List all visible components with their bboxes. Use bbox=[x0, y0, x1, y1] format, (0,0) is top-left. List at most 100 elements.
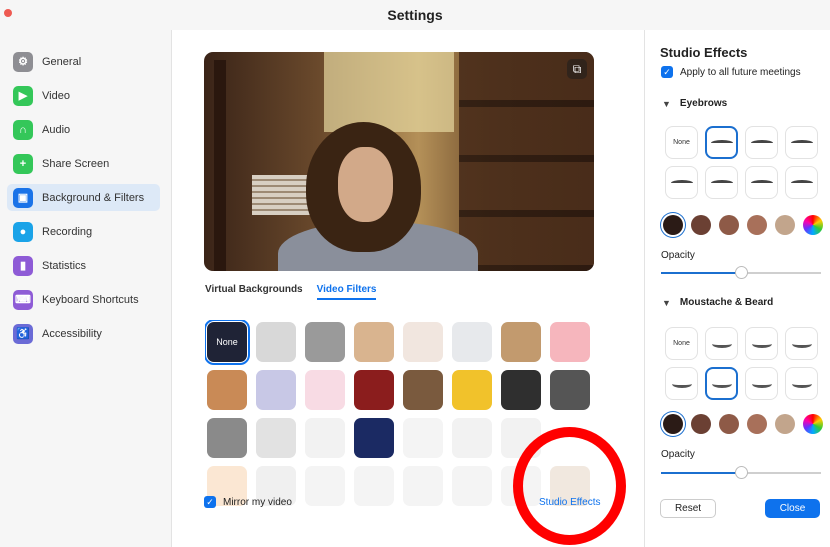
mustache-option-4[interactable] bbox=[665, 367, 698, 400]
eyebrows-option-6[interactable] bbox=[745, 166, 778, 199]
eyebrows-title: Eyebrows bbox=[679, 98, 728, 109]
sidebar-item-background-filters[interactable]: ▣ Background & Filters bbox=[7, 184, 160, 211]
sidebar-item-share-screen[interactable]: + Share Screen bbox=[7, 150, 160, 177]
eyebrow-opacity-slider[interactable] bbox=[661, 266, 821, 279]
eyebrows-color-swatch[interactable] bbox=[691, 215, 711, 235]
eyebrows-option-2[interactable] bbox=[745, 126, 778, 159]
filter-face-2[interactable] bbox=[403, 466, 443, 506]
eyebrows-color-swatch[interactable] bbox=[775, 215, 795, 235]
sidebar-item-label: Recording bbox=[42, 225, 93, 238]
filter-theater[interactable] bbox=[354, 370, 394, 410]
apply-checkbox[interactable]: ✓ bbox=[661, 66, 673, 78]
studio-effects-panel: Studio Effects ✓ Apply to all future mee… bbox=[644, 30, 830, 547]
none-filter[interactable]: None bbox=[205, 320, 250, 365]
mirror-video-option[interactable]: ✓ Mirror my video bbox=[204, 496, 292, 508]
eyebrows-style-icon bbox=[750, 179, 773, 186]
filter-string-lights[interactable] bbox=[354, 418, 394, 458]
filter-retro-tv[interactable] bbox=[403, 370, 443, 410]
eyebrows-color-swatch[interactable] bbox=[747, 215, 767, 235]
mustache-title: Moustache & Beard bbox=[679, 297, 774, 308]
filter-blank[interactable] bbox=[305, 466, 345, 506]
eyebrows-option-1[interactable] bbox=[705, 126, 738, 159]
sidebar-item-statistics[interactable]: ▮ Statistics bbox=[7, 252, 160, 279]
filter-light[interactable] bbox=[403, 322, 443, 362]
mirror-checkbox[interactable]: ✓ bbox=[204, 496, 216, 508]
record-icon: ● bbox=[13, 221, 33, 242]
eyebrows-option-3[interactable] bbox=[785, 126, 818, 159]
filter-heart-sticker[interactable] bbox=[403, 418, 443, 458]
color-wheel-icon[interactable] bbox=[803, 215, 823, 235]
color-wheel-icon[interactable] bbox=[803, 414, 823, 434]
sidebar-item-audio[interactable]: ∩ Audio bbox=[7, 116, 160, 143]
filter-cool[interactable] bbox=[452, 322, 492, 362]
filter-sunflowers[interactable] bbox=[452, 370, 492, 410]
sidebar-item-recording[interactable]: ● Recording bbox=[7, 218, 160, 245]
mustache-color-swatch[interactable] bbox=[719, 414, 739, 434]
apply-future-option[interactable]: ✓ Apply to all future meetings bbox=[661, 66, 801, 78]
sidebar-item-label: General bbox=[42, 55, 82, 68]
mustache-option-1[interactable] bbox=[705, 327, 738, 360]
filter-love[interactable] bbox=[305, 370, 345, 410]
mustache-option-2[interactable] bbox=[745, 327, 778, 360]
filter-ribbon-award[interactable] bbox=[256, 418, 296, 458]
eyebrows-option-7[interactable] bbox=[785, 166, 818, 199]
mustache-option-none[interactable]: None bbox=[665, 327, 698, 360]
close-button[interactable]: Close bbox=[765, 499, 820, 518]
mustache-option-7[interactable] bbox=[785, 367, 818, 400]
share-screen-icon: + bbox=[13, 153, 33, 174]
filter-pink[interactable] bbox=[550, 322, 590, 362]
sidebar-item-general[interactable]: ⚙ General bbox=[7, 48, 160, 75]
popout-icon[interactable]: ⧉ bbox=[567, 59, 587, 79]
filter-sepia[interactable] bbox=[501, 322, 541, 362]
tab-virtual-backgrounds[interactable]: Virtual Backgrounds bbox=[205, 284, 303, 300]
eyebrows-color-swatch[interactable] bbox=[663, 215, 683, 235]
eyebrows-style-icon bbox=[710, 139, 733, 146]
filter-bw-light[interactable] bbox=[256, 322, 296, 362]
mustache-color-swatch[interactable] bbox=[747, 414, 767, 434]
mustache-option-3[interactable] bbox=[785, 327, 818, 360]
sidebar-item-label: Background & Filters bbox=[42, 191, 145, 204]
keyboard-icon: ⌨ bbox=[13, 289, 33, 310]
filter-camera-frame[interactable] bbox=[550, 370, 590, 410]
mustache-option-6[interactable] bbox=[745, 367, 778, 400]
mustache-style-icon bbox=[671, 380, 692, 388]
mirror-label: Mirror my video bbox=[223, 496, 292, 508]
filter-face-1[interactable] bbox=[354, 466, 394, 506]
eyebrows-option-4[interactable] bbox=[665, 166, 698, 199]
eyebrows-option-5[interactable] bbox=[705, 166, 738, 199]
filter-tv-frame[interactable] bbox=[256, 370, 296, 410]
tab-video-filters[interactable]: Video Filters bbox=[316, 284, 377, 300]
main-content: ⧉ Virtual Backgrounds Video Filters None… bbox=[173, 30, 643, 547]
reset-button[interactable]: Reset bbox=[660, 499, 716, 518]
mustache-color-swatch[interactable] bbox=[663, 414, 683, 434]
filter-dog[interactable] bbox=[452, 466, 492, 506]
eyebrow-opacity-label: Opacity bbox=[661, 250, 695, 261]
filter-old-tv[interactable] bbox=[207, 418, 247, 458]
slider-knob[interactable] bbox=[735, 266, 748, 279]
filter-warm[interactable] bbox=[354, 322, 394, 362]
eyebrows-option-none[interactable]: None bbox=[665, 126, 698, 159]
sidebar-item-accessibility[interactable]: ♿ Accessibility bbox=[7, 320, 160, 347]
eyebrows-color-swatch[interactable] bbox=[719, 215, 739, 235]
statistics-icon: ▮ bbox=[13, 255, 33, 276]
filter-gray[interactable] bbox=[305, 322, 345, 362]
chevron-down-icon: ▼ bbox=[662, 297, 671, 308]
sidebar-item-keyboard-shortcuts[interactable]: ⌨ Keyboard Shortcuts bbox=[7, 286, 160, 313]
mustache-color-swatch[interactable] bbox=[775, 414, 795, 434]
filter-speech-bubble[interactable] bbox=[305, 418, 345, 458]
filter-sunglasses[interactable] bbox=[452, 418, 492, 458]
mustache-option-5[interactable] bbox=[705, 367, 738, 400]
mustache-section-header[interactable]: ▼ Moustache & Beard bbox=[662, 297, 773, 308]
filter-tabs: Virtual Backgrounds Video Filters bbox=[205, 284, 377, 300]
filter-film-strip[interactable] bbox=[501, 370, 541, 410]
sidebar-item-video[interactable]: ▶ Video bbox=[7, 82, 160, 109]
sidebar-item-label: Keyboard Shortcuts bbox=[42, 293, 139, 306]
mustache-opacity-slider[interactable] bbox=[661, 466, 821, 479]
eyebrows-section-header[interactable]: ▼ Eyebrows bbox=[662, 98, 727, 109]
title-bar: Settings bbox=[0, 0, 830, 30]
panel-title: Studio Effects bbox=[660, 45, 748, 60]
mustache-style-icon bbox=[711, 380, 732, 388]
mustache-color-swatch[interactable] bbox=[691, 414, 711, 434]
slider-knob[interactable] bbox=[735, 466, 748, 479]
filter-bear[interactable] bbox=[207, 370, 247, 410]
